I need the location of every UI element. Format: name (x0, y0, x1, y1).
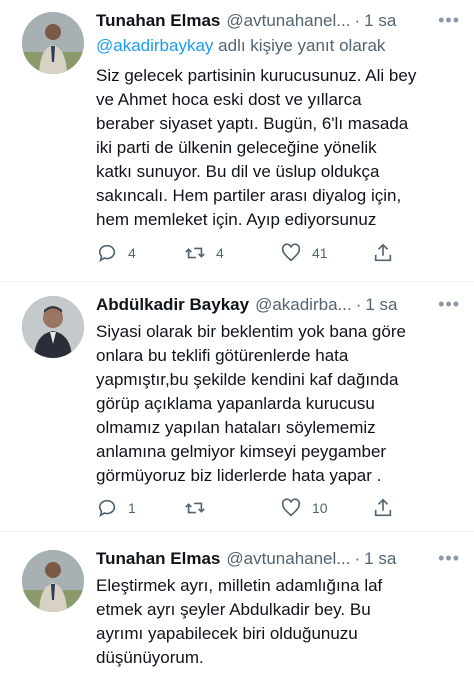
retweet-count: 4 (216, 245, 224, 261)
tweet-line: katkı sunuyor. Bu dil ve üslup oldukça (96, 162, 380, 181)
reply-mention[interactable]: @akadirbaykay (96, 36, 213, 55)
retweet-button[interactable]: 4 (184, 242, 224, 264)
like-button[interactable]: 41 (280, 242, 328, 264)
tweet-line: Siz gelecek partisinin kurucusunuz. Ali … (96, 66, 417, 85)
like-button[interactable]: 10 (280, 497, 328, 519)
avatar[interactable] (22, 12, 84, 74)
tweet-text: Siz gelecek partisinin kurucusunuz. Ali … (96, 64, 468, 232)
tweet-line: Siyasi olarak bir beklentim yok bana gör… (96, 322, 406, 341)
tweet-line: yapmıştır,bu şekilde kendini kaf dağında (96, 370, 399, 389)
reply-button[interactable]: 1 (96, 497, 136, 519)
share-icon (374, 243, 392, 262)
tweet-line: beraber siyaset yaptı. Bugün, 6'lı masad… (96, 114, 409, 133)
like-icon (281, 243, 301, 262)
tweet-actions: 1 10 (96, 497, 406, 521)
separator-dot: · (355, 295, 362, 314)
tweet-text: Siyasi olarak bir beklentim yok bana gör… (96, 320, 468, 488)
tweet-line: iki parti de ülkenin geleceğine yönelik (96, 138, 377, 157)
retweet-icon (185, 247, 205, 259)
tweet-3[interactable]: Tunahan Elmas @avtunahanel... · 1 sa •••… (0, 532, 474, 678)
tweet-header: Tunahan Elmas @avtunahanel... · 1 sa ••• (96, 10, 460, 32)
like-count: 41 (312, 245, 328, 261)
tweet-line: onlara bu teklifi götürenlerde hata (96, 346, 349, 365)
timestamp[interactable]: 1 sa (365, 295, 397, 315)
tweet-header: Abdülkadir Baykay @akadirba... · 1 sa ••… (96, 294, 460, 316)
tweet-actions: 4 4 41 (96, 242, 406, 266)
tweet-line: Eleştirmek ayrı, milletin adamlığına laf (96, 576, 383, 595)
tweet-line: ayrımı yapabilecek biri olduğunuzu (96, 624, 358, 643)
tweet-1[interactable]: Tunahan Elmas @avtunahanel... · 1 sa •••… (0, 0, 474, 278)
more-dots-icon[interactable]: ••• (438, 294, 460, 315)
avatar[interactable] (22, 296, 84, 358)
tweet-line: görüp açıklama yapanlarda kurucusu (96, 394, 375, 413)
reply-icon (98, 499, 116, 518)
display-name[interactable]: Tunahan Elmas (96, 549, 220, 569)
reply-context: @akadirbaykay adlı kişiye yanıt olarak (96, 36, 385, 56)
share-button[interactable] (372, 497, 394, 519)
tweet-line: hem memleket için. Ayıp ediyorsunuz (96, 210, 377, 229)
timestamp[interactable]: 1 sa (364, 549, 396, 569)
tweet-line: anlamına gelmiyor kimseyi peygamber (96, 442, 387, 461)
display-name[interactable]: Abdülkadir Baykay (96, 295, 249, 315)
tweet-line: sakıncalı. Hem partiler arası diyalog iç… (96, 186, 402, 205)
tweet-line: olmamız yapılan hataları söylememiz (96, 418, 376, 437)
timestamp[interactable]: 1 sa (364, 11, 396, 31)
tweet-text: Eleştirmek ayrı, milletin adamlığına laf… (96, 574, 468, 670)
avatar-photo (22, 12, 84, 74)
reply-count: 4 (128, 245, 136, 261)
more-dots-icon[interactable]: ••• (438, 548, 460, 569)
avatar-photo (22, 296, 84, 358)
like-count: 10 (312, 500, 328, 516)
user-handle[interactable]: @avtunahanel... (226, 11, 350, 31)
retweet-button[interactable] (184, 497, 216, 519)
tweet-2[interactable]: Abdülkadir Baykay @akadirba... · 1 sa ••… (0, 282, 474, 530)
more-dots-icon[interactable]: ••• (438, 10, 460, 31)
separator-dot: · (354, 549, 361, 568)
reply-button[interactable]: 4 (96, 242, 136, 264)
tweet-header: Tunahan Elmas @avtunahanel... · 1 sa ••• (96, 548, 460, 570)
tweet-line: ve Ahmet hoca eski dost ve yıllarca (96, 90, 362, 109)
share-button[interactable] (372, 242, 394, 264)
like-icon (281, 498, 301, 517)
tweet-line: etmek ayrı şeyler Abdulkadir bey. Bu (96, 600, 371, 619)
reply-count: 1 (128, 500, 136, 516)
reply-icon (98, 244, 116, 263)
user-handle[interactable]: @avtunahanel... (226, 549, 350, 569)
tweet-line: görmüyoruz biz liderlerde hata yapar . (96, 466, 382, 485)
avatar-photo (22, 550, 84, 612)
retweet-icon (185, 502, 205, 514)
tweet-line: düşünüyorum. (96, 648, 204, 667)
avatar[interactable] (22, 550, 84, 612)
share-icon (374, 498, 392, 517)
display-name[interactable]: Tunahan Elmas (96, 11, 220, 31)
user-handle[interactable]: @akadirba... (255, 295, 352, 315)
separator-dot: · (354, 11, 361, 30)
reply-suffix: adlı kişiye yanıt olarak (213, 36, 386, 55)
